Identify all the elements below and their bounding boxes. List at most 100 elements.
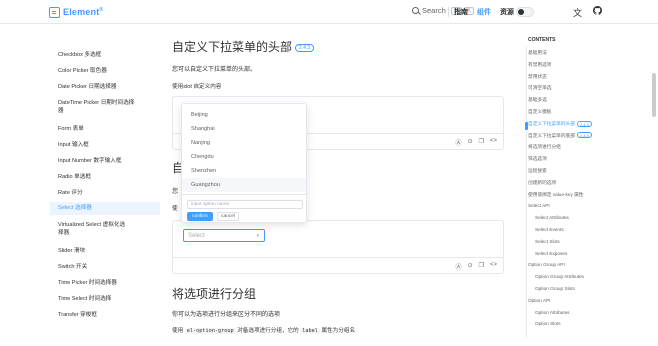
toc-item-label: Select Events — [535, 226, 564, 232]
toc-track — [526, 47, 527, 337]
toc-item[interactable]: 筛选选项 — [528, 153, 638, 165]
toc-item-label: 有禁用选项 — [528, 61, 552, 67]
demo-block-footer: Select ▾ Ⓐ ⊙ ❐ <> — [172, 220, 504, 274]
toc-item[interactable]: Select Exposes — [528, 248, 638, 260]
toc-item[interactable]: 基础多选 — [528, 94, 638, 106]
top-header: Element® Search ⌘ K 指南 组件 资源 文 — [0, 0, 658, 24]
toc-item-label: Option API — [528, 297, 551, 303]
element-logo[interactable]: Element® — [49, 6, 103, 18]
sidebar-item-virtualized-select[interactable]: Virtualized Select 虚拟化选择器 — [50, 221, 130, 237]
toc-item-label: 将选项进行分组 — [528, 144, 561, 150]
toc-item[interactable]: Select Events — [528, 224, 638, 236]
sidebar-item-input-number[interactable]: Input Number 数字输入框 — [50, 157, 160, 165]
toc-item-label: Select API — [528, 203, 550, 209]
toc-item-label: 基础用法 — [528, 50, 547, 55]
code-icon[interactable]: <> — [490, 262, 497, 271]
select-input[interactable]: Select ▾ — [183, 229, 265, 242]
toc-item[interactable]: Option Slots — [528, 318, 638, 330]
toc-item[interactable]: 自定义下拉菜单的底部 2.4.3 — [528, 130, 638, 142]
sidebar-item-form[interactable]: Form 表单 — [50, 125, 160, 133]
toc-item-label: Option Group API — [528, 262, 565, 268]
sidebar-item-date-picker[interactable]: Date Picker 日期选择器 — [50, 83, 160, 91]
sidebar-item-input[interactable]: Input 输入框 — [50, 141, 160, 149]
section2-description: 您 — [172, 189, 179, 195]
toc-item-label: 使用值绑定 value-key 属性 — [528, 191, 584, 197]
toc-item[interactable]: 自定义模板 — [528, 106, 638, 118]
sidebar-item-time-picker[interactable]: Time Picker 时间选择器 — [50, 279, 160, 287]
toc-item[interactable]: 禁用状态 — [528, 71, 638, 83]
toc-version-badge: 2.4.3 — [576, 120, 592, 127]
sidebar-item-radio[interactable]: Radio 单选框 — [50, 173, 160, 181]
toc-item[interactable]: Option Group Attributes — [528, 271, 638, 283]
toc-item[interactable]: Option API — [528, 295, 638, 307]
toc-item[interactable]: Option Group API — [528, 259, 638, 271]
code-icon[interactable]: <> — [490, 138, 497, 147]
github-edit-icon[interactable]: ⊙ — [468, 262, 473, 271]
toc-item[interactable]: Option Attributes — [528, 307, 638, 319]
toc-item-label: 自定义下拉菜单的底部 — [528, 132, 575, 138]
sidebar-item-select[interactable]: Select 选择器 — [50, 202, 160, 215]
sidebar-item-rate[interactable]: Rate 评分 — [50, 189, 160, 197]
toc-item[interactable]: 远程搜索 — [528, 165, 638, 177]
copy-icon[interactable]: ❐ — [479, 138, 484, 147]
toc-item[interactable]: Select API — [528, 200, 638, 212]
translate-icon[interactable]: 文 — [573, 6, 582, 19]
dropdown-footer: input option name confirm cancel — [182, 194, 306, 224]
toc-item-label: Select Attributes — [535, 215, 569, 221]
nav-resource[interactable]: 资源 — [500, 7, 514, 17]
version-badge: 2.4.3 — [295, 43, 315, 52]
toc-item[interactable]: 自定义下拉菜单的头部 2.4.3 — [528, 118, 638, 130]
toc-item-label: Option Slots — [535, 321, 561, 327]
main-nav: 指南 组件 资源 — [454, 7, 523, 17]
copy-icon[interactable]: ❐ — [479, 262, 484, 271]
option-name-input[interactable]: input option name — [187, 200, 303, 209]
option-chengdu[interactable]: Chengdu — [182, 150, 306, 164]
section-slot-note: 使用slot 自定义内容 — [172, 84, 222, 90]
section-description: 您可以自定义下拉菜单的头部。 — [172, 67, 257, 73]
toc-item-label: Option Group Attributes — [535, 274, 584, 280]
toc-item-label: Select Exposes — [535, 250, 568, 256]
sidebar-item-datetime-picker[interactable]: DateTime Picker 日期时间选择器 — [50, 99, 136, 115]
toc-version-badge: 2.4.3 — [576, 132, 592, 139]
option-shenzhen[interactable]: Shenzhen — [182, 164, 306, 178]
option-nanjing[interactable]: Nanjing — [182, 136, 306, 150]
toc-item[interactable]: Select Slots — [528, 236, 638, 248]
toc-item[interactable]: 基础用法 — [528, 47, 638, 59]
playground-icon[interactable]: Ⓐ — [456, 262, 462, 271]
code-label: label — [300, 328, 320, 334]
toc-item-label: Option Attributes — [535, 309, 570, 315]
chevron-down-icon: ▾ — [256, 233, 259, 239]
toc-item[interactable]: 创建新的选项 — [528, 177, 638, 189]
select-dropdown: Beijing Shanghai Nanjing Chengdu Shenzhe… — [181, 103, 307, 223]
option-beijing[interactable]: Beijing — [182, 108, 306, 122]
cancel-button[interactable]: cancel — [217, 212, 239, 221]
option-shanghai[interactable]: Shanghai — [182, 122, 306, 136]
logo-text: Element® — [63, 7, 104, 17]
nav-component[interactable]: 组件 — [477, 7, 491, 17]
toc-item[interactable]: Select Attributes — [528, 212, 638, 224]
toc-item[interactable]: 有禁用选项 — [528, 59, 638, 71]
toc-item[interactable]: 将选项进行分组 — [528, 141, 638, 153]
playground-icon[interactable]: Ⓐ — [456, 138, 462, 147]
confirm-button[interactable]: confirm — [187, 212, 213, 221]
sidebar-item-color-picker[interactable]: Color Picker 取色器 — [50, 67, 160, 75]
github-icon[interactable] — [593, 6, 602, 17]
option-guangzhou[interactable]: Guangzhou — [182, 178, 306, 192]
toc-item[interactable]: 使用值绑定 value-key 属性 — [528, 189, 638, 201]
sidebar-item-time-select[interactable]: Time Select 时间选择 — [50, 295, 160, 303]
toc-item[interactable]: Option Group Slots — [528, 283, 638, 295]
sidebar-item-transfer[interactable]: Transfer 穿梭框 — [50, 311, 160, 319]
nav-guide[interactable]: 指南 — [454, 7, 468, 17]
toc-item[interactable]: 可清空单选 — [528, 82, 638, 94]
page-scrollbar[interactable] — [652, 73, 656, 117]
section3-usage-note: 使用 el-option-group 对备选项进行分组，它的 label 属性为… — [172, 328, 356, 334]
select-placeholder: Select — [188, 233, 205, 239]
toc-item-label: 可清空单选 — [528, 85, 552, 91]
sidebar-item-checkbox[interactable]: Checkbox 多选框 — [50, 51, 160, 59]
github-edit-icon[interactable]: ⊙ — [468, 138, 473, 147]
sidebar-item-switch[interactable]: Switch 开关 — [50, 263, 160, 271]
toc-item-label: Option Group Slots — [535, 285, 575, 291]
sidebar-item-slider[interactable]: Slider 滑块 — [50, 247, 160, 255]
section3-description: 你可以为选项进行分组来区分不同的选项 — [172, 312, 281, 318]
theme-toggle[interactable] — [516, 7, 534, 17]
